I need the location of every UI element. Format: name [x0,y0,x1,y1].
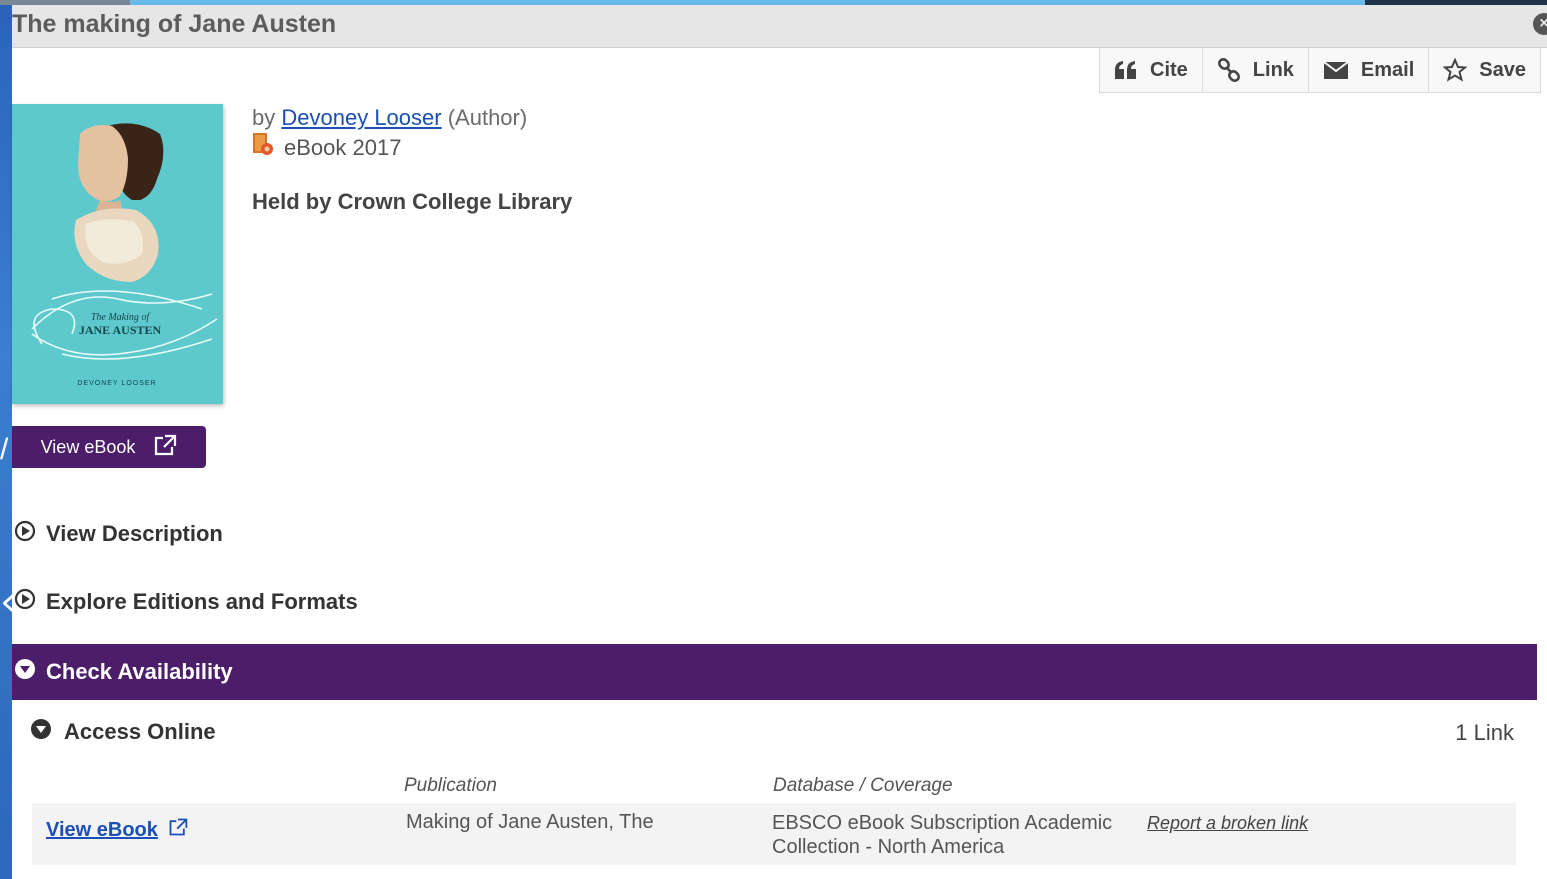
column-header-database: Database / Coverage [773,775,953,796]
title-bar: The making of Jane Austen × [12,5,1547,48]
background-slash-glyph: / [0,433,9,466]
format-text: eBook 2017 [284,135,402,160]
cite-label: Cite [1150,58,1188,81]
ebook-icon [252,132,274,164]
book-cover[interactable]: The Making of JANE AUSTEN DEVONEY LOOSER [12,104,223,404]
access-online-label: Access Online [64,719,216,744]
check-availability-label: Check Availability [46,659,233,684]
link-icon [1217,58,1241,82]
link-label: Link [1252,58,1294,81]
row-publication: Making of Jane Austen, The [406,811,654,833]
view-description-toggle[interactable]: View Description [14,520,223,548]
row-database: EBSCO eBook Subscription Academic Collec… [772,812,1113,858]
star-icon [1443,58,1468,82]
row-view-ebook-label: View eBook [46,818,158,841]
external-link-icon [168,817,188,843]
by-prefix: by [252,105,276,130]
link-button[interactable]: Link [1203,48,1309,92]
link-count: 1 Link [1455,720,1514,745]
explore-editions-toggle[interactable]: Explore Editions and Formats [14,588,358,616]
view-description-label: View Description [46,521,223,546]
record-title: The making of Jane Austen [12,10,337,38]
table-row: View eBook Making of Jane Austen, The EB… [32,803,1516,865]
save-button[interactable]: Save [1429,48,1540,92]
cite-button[interactable]: Cite [1100,48,1203,92]
book-cover-art: The Making of JANE AUSTEN DEVONEY LOOSER [12,104,223,404]
external-link-icon [153,434,177,461]
column-header-publication: Publication [404,775,497,796]
close-icon[interactable]: × [1533,13,1547,35]
circle-play-icon [14,520,36,548]
cover-author: DEVONEY LOOSER [77,380,156,387]
author-link[interactable]: Devoney Looser [281,105,441,130]
cover-title-line1: The Making of [91,312,151,323]
held-by: Held by Crown College Library [252,189,573,214]
circle-chevron-down-icon [30,718,52,746]
save-label: Save [1479,58,1526,81]
format-line: eBook 2017 [252,132,401,164]
cover-title-line2: JANE AUSTEN [79,323,162,337]
byline: by Devoney Looser (Author) [252,103,527,133]
quote-icon [1114,60,1138,80]
view-ebook-button[interactable]: View eBook [12,426,206,468]
circle-chevron-down-icon [14,658,36,686]
email-label: Email [1360,58,1415,81]
check-availability-header[interactable]: Check Availability [12,644,1537,700]
access-online-toggle[interactable]: Access Online [30,718,216,746]
envelope-icon [1323,60,1349,80]
circle-play-icon [14,588,36,616]
record-toolbar: Cite Link Email Save [1099,48,1541,93]
author-role: (Author) [447,105,528,130]
chevron-left-icon[interactable]: ‹ [0,578,12,626]
email-button[interactable]: Email [1309,48,1430,92]
report-broken-link[interactable]: Report a broken link [1147,813,1308,834]
view-ebook-label: View eBook [40,436,136,457]
explore-editions-label: Explore Editions and Formats [46,589,358,614]
view-ebook-link[interactable]: View eBook [46,817,188,843]
